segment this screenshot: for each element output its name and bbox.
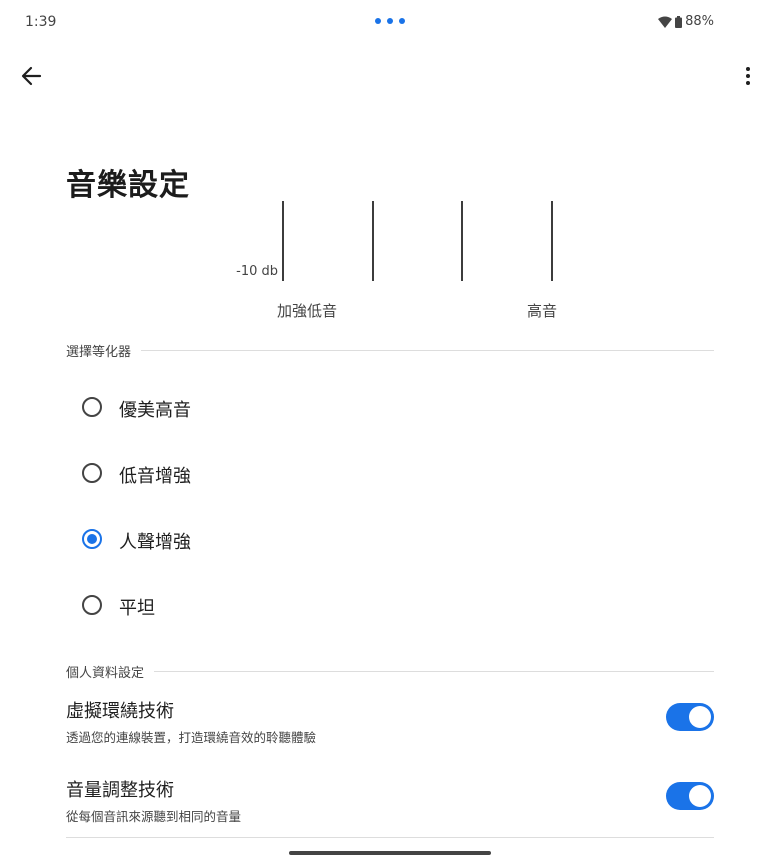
battery-percent: 88% <box>685 14 714 29</box>
radio-label-bass-boost[interactable]: 低音增強 <box>119 462 191 488</box>
virtual-surround-toggle[interactable] <box>666 703 714 731</box>
more-options-icon[interactable] <box>738 64 758 88</box>
section-divider <box>141 350 714 351</box>
wifi-icon <box>658 16 673 28</box>
radio-vocal-boost[interactable] <box>82 529 102 549</box>
volume-leveling-title: 音量調整技術 <box>66 780 174 801</box>
section-label: 個人資料設定 <box>66 666 145 681</box>
volume-leveling-toggle[interactable] <box>666 782 714 810</box>
eq-db-label: -10 db <box>236 264 278 279</box>
virtual-surround-subtitle: 透過您的連線裝置，打造環繞音效的聆聽體驗 <box>66 730 317 745</box>
radio-flat[interactable] <box>82 595 102 615</box>
virtual-surround-title: 虛擬環繞技術 <box>66 701 174 722</box>
radio-treble[interactable] <box>82 397 102 417</box>
navigation-handle[interactable] <box>289 851 491 855</box>
radio-label-treble[interactable]: 優美高音 <box>119 396 191 422</box>
section-label: 選擇等化器 <box>66 345 132 360</box>
volume-leveling-subtitle: 從每個音訊來源聽到相同的音量 <box>66 809 242 824</box>
radio-label-flat[interactable]: 平坦 <box>119 594 155 620</box>
eq-low-label: 加強低音 <box>277 302 338 320</box>
eq-band-line <box>551 201 553 281</box>
eq-band-line <box>461 201 463 281</box>
status-time: 1:39 <box>25 14 57 30</box>
eq-high-label: 高音 <box>527 302 558 320</box>
radio-label-vocal-boost[interactable]: 人聲增強 <box>119 528 191 554</box>
eq-band-line <box>282 201 284 281</box>
battery-icon <box>675 15 683 28</box>
section-divider <box>154 671 714 672</box>
back-arrow-icon[interactable] <box>18 62 46 90</box>
page-title: 音樂設定 <box>66 168 190 203</box>
radio-bass-boost[interactable] <box>82 463 102 483</box>
eq-section-header: 選擇等化器 <box>66 341 714 360</box>
status-right: 88% <box>658 14 714 29</box>
eq-band-line <box>372 201 374 281</box>
bottom-divider <box>66 837 714 838</box>
profile-section-header: 個人資料設定 <box>66 662 714 681</box>
status-dots-icon <box>375 18 405 26</box>
